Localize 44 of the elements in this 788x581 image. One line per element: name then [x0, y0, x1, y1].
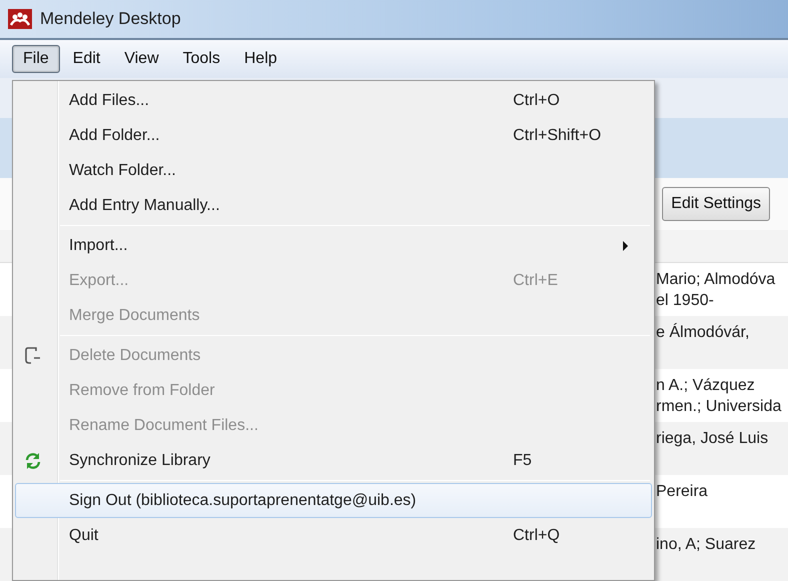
- shortcut-label: Ctrl+E: [513, 270, 558, 290]
- edit-settings-button[interactable]: Edit Settings: [662, 187, 770, 221]
- menu-item-label: Rename Document Files...: [69, 416, 258, 436]
- shortcut-label: F5: [513, 450, 532, 470]
- table-cell-text: e Álmodóvár,: [656, 322, 750, 343]
- menu-item-label: Remove from Folder: [69, 380, 215, 400]
- menu-item-label: Sign Out (biblioteca.suportaprenentatge@uib.es): [69, 490, 416, 510]
- menu-item[interactable]: Add Entry Manually...: [15, 188, 652, 223]
- shortcut-label: Ctrl+O: [513, 90, 560, 110]
- menu-item[interactable]: Tools: [172, 45, 232, 73]
- menu-item[interactable]: Quit Ctrl+Q: [15, 518, 652, 553]
- menu-item[interactable]: Edit: [62, 45, 112, 73]
- menu-item-label: Add Folder...: [69, 126, 160, 146]
- menu-item-label: Add Files...: [69, 90, 150, 110]
- menu-item-label: Watch Folder...: [69, 160, 176, 180]
- menu-item[interactable]: Synchronize Library F5: [15, 443, 652, 478]
- sync-icon: [24, 452, 42, 470]
- table-cell-text: riega, José Luis: [656, 429, 770, 449]
- shortcut-label: Ctrl+Shift+O: [513, 126, 602, 146]
- menu-item-label: Export...: [69, 270, 129, 290]
- menu-item-label: Quit: [69, 526, 98, 546]
- table-cell-text: Pereira: [656, 482, 709, 502]
- window-title: Mendeley Desktop: [40, 8, 181, 30]
- table-cell-text: el 1950-: [656, 291, 715, 311]
- menu-item[interactable]: Watch Folder...: [15, 153, 652, 188]
- menu-item-label: Merge Documents: [69, 306, 200, 326]
- table-cell-text: n A.; Vázquez: [656, 376, 756, 396]
- menu-item[interactable]: Help: [233, 45, 288, 73]
- menu-item[interactable]: View: [113, 45, 170, 73]
- menu-item[interactable]: Add Files... Ctrl+O: [15, 83, 652, 118]
- table-cell-text: rmen.; Universida: [656, 397, 782, 417]
- table-cell-text: Mario; Almodóva: [656, 270, 776, 290]
- menu-item[interactable]: File: [12, 45, 60, 73]
- menu-item[interactable]: Add Folder... Ctrl+Shift+O: [15, 118, 652, 153]
- app-logo-icon: [8, 9, 32, 29]
- menu-item-label: Delete Documents: [69, 346, 201, 366]
- menu-item[interactable]: Sign Out (biblioteca.suportaprenentatge@uib.es): [15, 483, 652, 518]
- table-cell-text: ino, A; Suarez: [656, 535, 757, 555]
- document-icon: [24, 346, 42, 366]
- shortcut-label: Ctrl+Q: [513, 526, 560, 546]
- menu-item-label: Add Entry Manually...: [69, 196, 220, 216]
- menu-item[interactable]: Import...: [15, 228, 652, 263]
- menu-item-label: Synchronize Library: [69, 450, 210, 470]
- menu-item-label: Import...: [69, 236, 128, 256]
